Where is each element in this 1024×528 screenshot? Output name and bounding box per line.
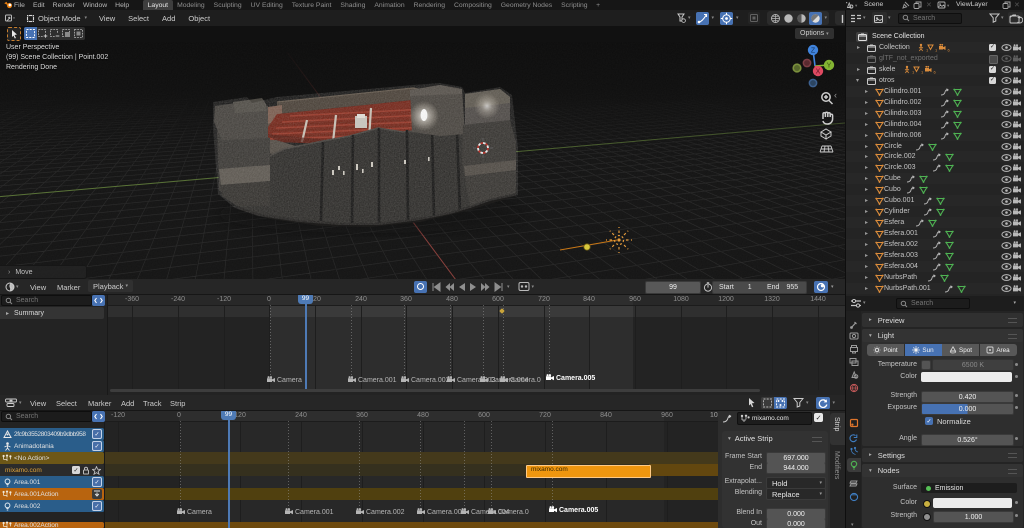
svg-text:1: 1 xyxy=(926,48,929,53)
svg-text:6: 6 xyxy=(948,48,951,53)
svg-text:1: 1 xyxy=(921,70,924,75)
svg-text:6: 6 xyxy=(934,70,937,75)
svg-text:1: 1 xyxy=(912,70,915,75)
svg-text:1: 1 xyxy=(935,48,938,53)
